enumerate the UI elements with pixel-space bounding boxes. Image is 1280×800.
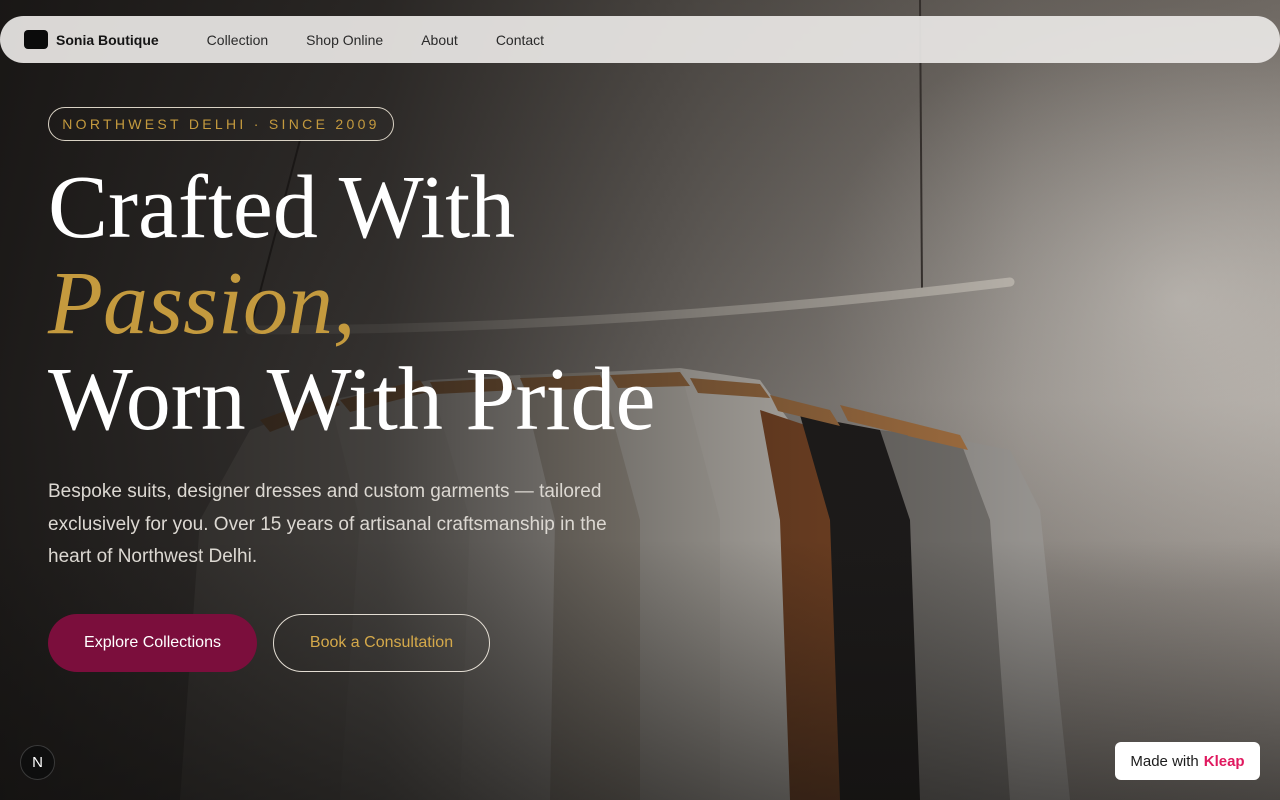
n-badge-letter: N [32, 754, 43, 771]
made-with-label: Made with [1130, 752, 1199, 770]
n-badge-icon[interactable]: N [20, 745, 55, 780]
brand-name: Sonia Boutique [56, 31, 159, 48]
location-eyebrow-badge: NORTHWEST DELHI · SINCE 2009 [48, 107, 394, 141]
explore-collections-button[interactable]: Explore Collections [48, 614, 257, 672]
made-with-kleap-badge[interactable]: Made with Kleap [1115, 742, 1260, 780]
hero-headline: Crafted With Passion, Worn With Pride [48, 160, 655, 448]
nav-link-contact[interactable]: Contact [496, 32, 544, 48]
book-consultation-button[interactable]: Book a Consultation [273, 614, 490, 672]
headline-line-1: Crafted With [48, 158, 516, 257]
kleap-brand-label: Kleap [1203, 752, 1245, 770]
hero-subtext: Bespoke suits, designer dresses and cust… [48, 481, 607, 567]
top-navigation-bar: Sonia Boutique Collection Shop Online Ab… [0, 16, 1280, 63]
nav-link-about[interactable]: About [421, 32, 458, 48]
brand[interactable]: Sonia Boutique [24, 30, 159, 49]
headline-line-3: Worn With Pride [48, 350, 656, 449]
brand-logo-icon [24, 30, 48, 49]
nav-link-shop-online[interactable]: Shop Online [306, 32, 383, 48]
headline-accent: Passion, [48, 254, 356, 353]
nav-link-collection[interactable]: Collection [207, 32, 268, 48]
